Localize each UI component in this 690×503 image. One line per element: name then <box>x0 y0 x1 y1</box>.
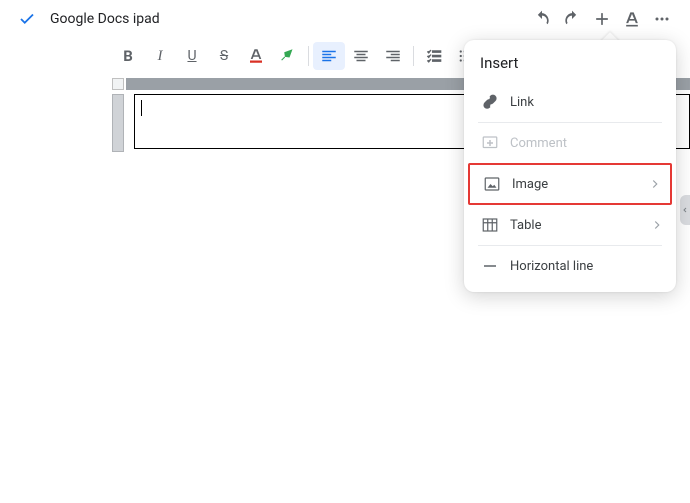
highlight-icon <box>279 47 297 65</box>
insert-hr-item[interactable]: Horizontal line <box>464 246 676 286</box>
undo-icon <box>532 9 552 29</box>
chevron-right-icon <box>648 177 662 191</box>
strikethrough-button[interactable]: S <box>208 42 240 70</box>
insert-link-item[interactable]: Link <box>464 82 676 122</box>
ruler-vertical <box>112 94 124 152</box>
redo-button[interactable] <box>558 5 586 33</box>
align-left-button[interactable] <box>313 42 345 70</box>
strikethrough-icon: S <box>220 48 228 64</box>
underline-icon: U <box>187 48 196 64</box>
more-button[interactable] <box>648 5 676 33</box>
side-panel-toggle[interactable] <box>680 195 690 225</box>
redo-icon <box>562 9 582 29</box>
text-cursor <box>141 100 142 116</box>
done-check-button[interactable] <box>8 10 46 28</box>
horizontal-line-icon <box>476 257 504 275</box>
text-format-button[interactable] <box>618 5 646 33</box>
menu-label: Table <box>510 218 541 233</box>
text-format-icon <box>622 9 642 29</box>
undo-button[interactable] <box>528 5 556 33</box>
insert-image-item[interactable]: Image <box>468 163 672 205</box>
menu-label: Link <box>510 95 534 110</box>
text-color-button[interactable] <box>240 42 272 70</box>
align-center-button[interactable] <box>345 42 377 70</box>
document-title[interactable]: Google Docs ipad <box>50 11 160 27</box>
checklist-icon <box>425 47 443 65</box>
checklist-button[interactable] <box>418 42 450 70</box>
link-icon <box>476 93 504 111</box>
chevron-left-icon <box>681 204 689 216</box>
insert-button[interactable] <box>588 5 616 33</box>
more-horizontal-icon <box>652 9 672 29</box>
highlight-button[interactable] <box>272 42 304 70</box>
underline-button[interactable]: U <box>176 42 208 70</box>
italic-button[interactable]: I <box>144 42 176 70</box>
align-right-button[interactable] <box>377 42 409 70</box>
align-center-icon <box>352 47 370 65</box>
bold-icon: B <box>123 47 133 65</box>
insert-table-item[interactable]: Table <box>464 205 676 245</box>
menu-label: Comment <box>510 136 567 151</box>
italic-icon: I <box>158 48 163 65</box>
align-right-icon <box>384 47 402 65</box>
menu-label: Horizontal line <box>510 259 593 274</box>
insert-comment-item: Comment <box>464 123 676 163</box>
popover-title: Insert <box>464 40 676 82</box>
top-bar: Google Docs ipad <box>0 0 690 38</box>
insert-popover: Insert Link Comment Image Table <box>464 40 676 292</box>
comment-plus-icon <box>476 134 504 152</box>
check-icon <box>18 10 36 28</box>
image-icon <box>478 175 506 193</box>
plus-icon <box>592 9 612 29</box>
align-left-icon <box>320 47 338 65</box>
table-icon <box>476 216 504 234</box>
bold-button[interactable]: B <box>112 42 144 70</box>
text-color-icon <box>247 47 265 65</box>
menu-label: Image <box>512 177 548 192</box>
chevron-right-icon <box>650 218 664 232</box>
topbar-actions <box>528 5 682 33</box>
